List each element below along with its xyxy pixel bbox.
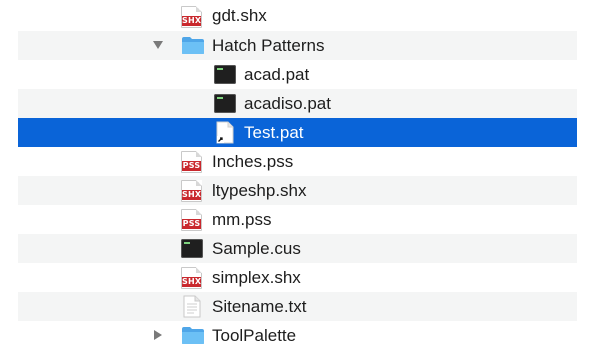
list-item-acadiso-pat[interactable]: acadiso.pat [18, 89, 577, 118]
list-item-mm-pss[interactable]: PSS mm.pss [18, 205, 577, 234]
list-item-sample-cus[interactable]: Sample.cus [18, 234, 577, 263]
list-item-label: mm.pss [212, 210, 272, 229]
shx-file-icon: SHX [181, 267, 202, 289]
list-item-acad-pat[interactable]: acad.pat [18, 60, 577, 89]
pss-file-icon: PSS [181, 151, 202, 173]
list-item-label: Hatch Patterns [212, 36, 325, 55]
list-item-label: ltypeshp.shx [212, 181, 307, 200]
folder-icon [181, 36, 205, 55]
list-item-ltypeshp-shx[interactable]: SHX ltypeshp.shx [18, 176, 577, 205]
shx-file-icon: SHX [181, 180, 202, 202]
list-item-label: Inches.pss [212, 152, 294, 171]
list-item-label: acadiso.pat [244, 94, 331, 113]
list-item-label: acad.pat [244, 65, 310, 84]
list-item-toolpalette[interactable]: ToolPalette [18, 321, 577, 350]
list-item-test-pat[interactable]: Test.pat [18, 118, 577, 147]
list-item-gdt-shx[interactable]: SHX gdt.shx [18, 2, 577, 31]
list-item-label: gdt.shx [212, 6, 267, 25]
list-item-label: Sitename.txt [212, 297, 307, 316]
list-item-label: Test.pat [244, 123, 304, 142]
terminal-file-icon [181, 239, 203, 258]
list-item-simplex-shx[interactable]: SHX simplex.shx [18, 263, 577, 292]
list-item-sitename-txt[interactable]: Sitename.txt [18, 292, 577, 321]
shx-file-icon: SHX [181, 6, 202, 28]
pss-file-icon: PSS [181, 209, 202, 231]
folder-icon [181, 326, 205, 345]
terminal-file-icon [214, 94, 236, 113]
disclosure-expanded-icon[interactable] [151, 38, 165, 52]
list-item-hatch-patterns[interactable]: Hatch Patterns [18, 31, 577, 60]
list-item-inches-pss[interactable]: PSS Inches.pss [18, 147, 577, 176]
text-document-icon [183, 295, 201, 318]
list-item-label: ToolPalette [212, 326, 297, 345]
terminal-file-icon [214, 65, 236, 84]
disclosure-collapsed-icon[interactable] [151, 328, 165, 342]
list-item-label: Sample.cus [212, 239, 301, 258]
list-item-label: simplex.shx [212, 268, 301, 287]
alias-document-icon [216, 121, 234, 144]
file-list: SHX gdt.shx Hatch Patterns acad.pat acad… [0, 0, 598, 364]
